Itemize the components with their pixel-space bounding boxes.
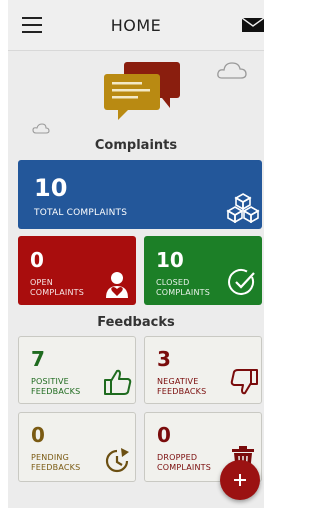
open-complaints-card[interactable]: 0 OPEN COMPLAINTS (18, 236, 136, 305)
negative-feedbacks-label: NEGATIVE FEEDBACKS (157, 377, 207, 396)
page-title: HOME (110, 16, 162, 35)
total-complaints-label: TOTAL COMPLAINTS (34, 208, 128, 218)
closed-complaints-label: CLOSED COMPLAINTS (156, 278, 211, 297)
negative-feedbacks-card[interactable]: 3 NEGATIVE FEEDBACKS (144, 336, 262, 404)
dropped-complaints-count: 0 (157, 423, 171, 447)
total-complaints-count: 10 (34, 174, 68, 202)
total-complaints-card[interactable]: 10 TOTAL COMPLAINTS (18, 160, 262, 229)
positive-feedbacks-count: 7 (31, 347, 45, 371)
positive-feedbacks-card[interactable]: 7 POSITIVE FEEDBACKS (18, 336, 136, 404)
dropped-complaints-label: DROPPED COMPLAINTS (157, 453, 212, 472)
top-app-bar: HOME (8, 0, 264, 51)
mail-icon[interactable] (242, 18, 264, 32)
check-circle-icon (228, 268, 255, 295)
negative-feedbacks-count: 3 (157, 347, 171, 371)
closed-complaints-count: 10 (156, 248, 184, 272)
thumbs-up-icon (104, 369, 132, 395)
app-screen: HOME Complaints 10 TOTAL COMPLAINTS 0 OP… (8, 0, 264, 508)
open-complaints-label: OPEN COMPLAINTS (30, 278, 85, 297)
pending-feedbacks-card[interactable]: 0 PENDING FEEDBACKS (18, 412, 136, 482)
chat-bubbles-icon (104, 62, 180, 120)
closed-complaints-card[interactable]: 10 CLOSED COMPLAINTS (144, 236, 262, 305)
plus-icon (234, 474, 246, 486)
pending-feedbacks-label: PENDING FEEDBACKS (31, 453, 81, 472)
open-complaints-count: 0 (30, 248, 44, 272)
feedbacks-section-title: Feedbacks (97, 315, 175, 330)
cloud-icon (32, 123, 50, 134)
clock-refresh-icon (105, 448, 129, 473)
thumbs-down-icon (230, 369, 258, 395)
cubes-icon (226, 193, 260, 223)
positive-feedbacks-label: POSITIVE FEEDBACKS (31, 377, 81, 396)
add-button[interactable] (220, 460, 260, 500)
cloud-icon (217, 62, 247, 79)
person-heart-icon (106, 272, 128, 298)
complaints-section-title: Complaints (94, 138, 178, 153)
pending-feedbacks-count: 0 (31, 423, 45, 447)
